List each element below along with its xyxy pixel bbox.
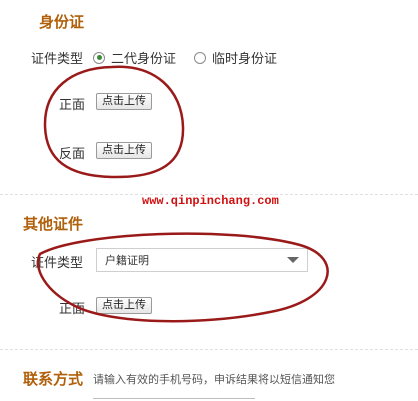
id-section-title: 身份证 xyxy=(39,13,85,31)
dropdown-arrow-icon[interactable] xyxy=(287,257,299,263)
id-front-upload-button[interactable]: 点击上传 xyxy=(96,93,152,110)
other-section-title: 其他证件 xyxy=(23,215,84,233)
other-front-upload-button[interactable]: 点击上传 xyxy=(96,297,152,314)
phone-input[interactable] xyxy=(93,398,255,399)
other-front-label: 正面 xyxy=(59,302,86,317)
radio-option-second-gen-id[interactable]: 二代身份证 xyxy=(93,48,176,67)
contact-hint: 请输入有效的手机号码，申诉结果将以短信通知您 xyxy=(93,373,335,386)
radio-unselected-icon[interactable] xyxy=(194,51,206,64)
doc-type-select[interactable]: 户籍证明 xyxy=(96,248,308,272)
id-back-label: 反面 xyxy=(59,147,86,162)
radio-label-temp-id: 临时身份证 xyxy=(212,52,278,67)
radio-selected-icon[interactable] xyxy=(93,51,105,64)
watermark-text: www.qinpinchang.com xyxy=(142,194,279,208)
doc-type-select-value: 户籍证明 xyxy=(105,254,149,267)
other-doc-type-label: 证件类型 xyxy=(31,256,84,271)
radio-option-temp-id[interactable]: 临时身份证 xyxy=(194,48,277,67)
id-back-upload-button[interactable]: 点击上传 xyxy=(96,142,152,159)
radio-label-second-gen-id: 二代身份证 xyxy=(111,52,177,67)
contact-section-title: 联系方式 xyxy=(23,370,84,388)
section-divider-2 xyxy=(0,349,418,350)
id-front-label: 正面 xyxy=(59,98,86,113)
id-doc-type-label: 证件类型 xyxy=(31,52,84,67)
